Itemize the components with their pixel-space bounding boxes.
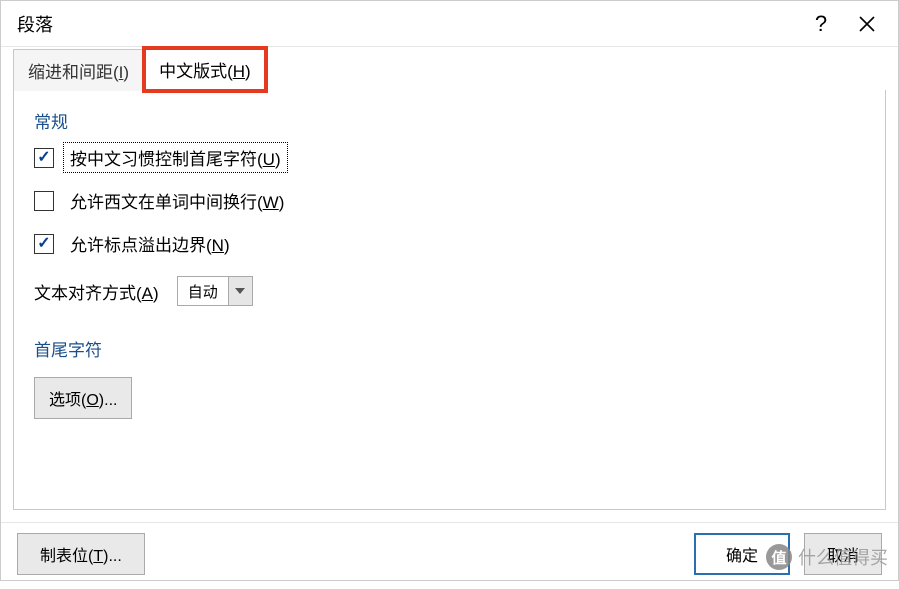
tab-strip: 缩进和间距(I) 中文版式(H) [1,47,898,90]
checkbox-punct-overflow[interactable] [34,234,54,254]
titlebar: 段落 ? [1,1,898,47]
dialog-title: 段落 [17,11,798,37]
dialog-footer: 制表位(T)... 确定 取消 [1,522,898,589]
tabs-button[interactable]: 制表位(T)... [17,533,145,575]
tab-label: 缩进和间距 [28,63,113,82]
group-general-label: 常规 [34,108,865,133]
ok-button[interactable]: 确定 [694,533,790,575]
checkbox-latin-wrap[interactable] [34,191,54,211]
help-button[interactable]: ? [798,1,844,47]
option-row-punct-overflow: 允许标点溢出边界(N) [34,229,865,258]
tab-label: 中文版式 [159,62,227,81]
select-value: 自动 [178,277,228,305]
options-button[interactable]: 选项(O)... [34,377,132,419]
tab-panel-asian: 常规 按中文习惯控制首尾字符(U) 允许西文在单词中间换行(W) 允许标点溢出边… [13,90,886,510]
text-alignment-label: 文本对齐方式(A) [34,279,159,304]
checkbox-label[interactable]: 按中文习惯控制首尾字符(U) [64,143,287,172]
checkbox-label[interactable]: 允许标点溢出边界(N) [64,229,236,258]
tab-panel-wrap: 常规 按中文习惯控制首尾字符(U) 允许西文在单词中间换行(W) 允许标点溢出边… [1,89,898,522]
checkbox-label[interactable]: 允许西文在单词中间换行(W) [64,186,290,215]
text-alignment-select[interactable]: 自动 [177,276,253,306]
close-icon [858,15,876,33]
group-chars-label: 首尾字符 [34,336,865,361]
chevron-down-icon[interactable] [228,277,252,305]
option-row-latin-wrap: 允许西文在单词中间换行(W) [34,186,865,215]
tab-asian-typography[interactable]: 中文版式(H) [144,48,266,91]
tab-indent-spacing[interactable]: 缩进和间距(I) [13,49,144,91]
cancel-button[interactable]: 取消 [804,533,882,575]
option-row-ctrl-chars: 按中文习惯控制首尾字符(U) [34,143,865,172]
text-alignment-row: 文本对齐方式(A) 自动 [34,276,865,306]
close-button[interactable] [844,1,890,47]
paragraph-dialog: 段落 ? 缩进和间距(I) 中文版式(H) 常规 按中文习惯控制首尾字符(U) [0,0,899,581]
checkbox-ctrl-chars[interactable] [34,148,54,168]
